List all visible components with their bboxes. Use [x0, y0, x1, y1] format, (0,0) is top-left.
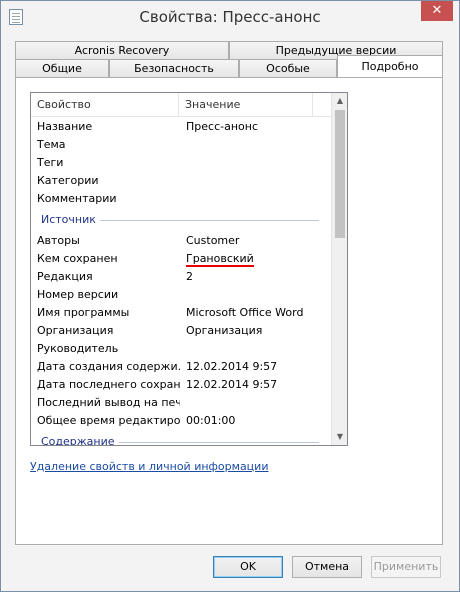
list-item[interactable]: Комментарии [31, 190, 333, 208]
property-value: Customer [186, 234, 240, 247]
list-item[interactable]: Имя программы Microsoft Office Word [31, 304, 333, 322]
property-value: Microsoft Office Word [186, 306, 304, 319]
property-value: 2 [186, 270, 193, 283]
tab-general[interactable]: Общие [15, 59, 109, 77]
list-item[interactable]: Дата последнего сохран... 12.02.2014 9:57 [31, 376, 333, 394]
properties-dialog: Свойства: Пресс-анонс ✕ Acronis Recovery… [0, 0, 460, 592]
property-name: Последний вывод на печ... [37, 396, 180, 409]
list-item[interactable]: Руководитель [31, 340, 333, 358]
property-name: Дата создания содержи... [37, 360, 180, 373]
property-name: Руководитель [37, 342, 119, 355]
tab-custom[interactable]: Особые [239, 59, 337, 77]
property-name: Тема [37, 138, 66, 151]
list-item[interactable]: Категории [31, 172, 333, 190]
property-name: Название [37, 120, 93, 133]
list-item[interactable]: Организация Организация [31, 322, 333, 340]
window-title: Свойства: Пресс-анонс [139, 8, 321, 26]
properties-list[interactable]: Свойство Значение Название Пресс-анонс Те… [30, 92, 348, 446]
scrollbar-thumb[interactable] [335, 110, 345, 238]
tab-security[interactable]: Безопасность [109, 59, 239, 77]
list-item[interactable]: Кем сохранен Грановский [31, 250, 333, 268]
scroll-down-arrow-icon[interactable]: ▼ [332, 429, 347, 445]
column-header-value[interactable]: Значение [179, 93, 313, 117]
scroll-up-arrow-icon[interactable]: ▲ [332, 93, 347, 109]
details-panel: Свойство Значение Название Пресс-анонс Те… [15, 77, 443, 545]
property-name: Дата последнего сохран... [37, 378, 180, 391]
list-item[interactable]: Название Пресс-анонс [31, 118, 333, 136]
list-item[interactable]: Тема [31, 136, 333, 154]
property-value: 12.02.2014 9:57 [186, 378, 278, 391]
list-item[interactable]: Дата создания содержи... 12.02.2014 9:57 [31, 358, 333, 376]
property-value-wrapper: Грановский [186, 250, 336, 268]
list-rows: Название Пресс-анонс Тема Теги Категории … [31, 118, 333, 445]
property-value: Грановский [186, 252, 254, 267]
column-header-property[interactable]: Свойство [31, 93, 179, 117]
property-value: 00:01:00 [186, 414, 236, 427]
property-name: Комментарии [37, 192, 117, 205]
vertical-scrollbar[interactable]: ▲ ▼ [331, 93, 347, 445]
property-name: Общее время редактиро... [37, 414, 180, 427]
group-label: Содержание [41, 430, 119, 445]
list-header: Свойство Значение [31, 93, 333, 117]
property-name: Редакция [37, 270, 93, 283]
property-name: Категории [37, 174, 99, 187]
group-label: Источник [41, 208, 100, 232]
list-item[interactable]: Редакция 2 [31, 268, 333, 286]
group-header-content: Содержание [31, 430, 333, 445]
cancel-button[interactable]: Отмена [292, 556, 362, 578]
list-item[interactable]: Общее время редактиро... 00:01:00 [31, 412, 333, 430]
property-name: Организация [37, 324, 114, 337]
property-name: Кем сохранен [37, 252, 118, 265]
property-value: Пресс-анонс [186, 120, 258, 133]
list-item[interactable]: Последний вывод на печ... [31, 394, 333, 412]
ok-button[interactable]: OK [213, 556, 283, 578]
close-button[interactable]: ✕ [421, 1, 453, 21]
property-name: Авторы [37, 234, 80, 247]
list-item[interactable]: Теги [31, 154, 333, 172]
tab-details[interactable]: Подробно [337, 55, 443, 77]
property-value: Организация [186, 324, 263, 337]
property-value: 12.02.2014 9:57 [186, 360, 278, 373]
tab-strip: Acronis Recovery Предыдущие версии Общие… [15, 39, 443, 79]
property-name: Номер версии [37, 288, 119, 301]
property-name: Имя программы [37, 306, 130, 319]
property-name: Теги [37, 156, 64, 169]
title-bar: Свойства: Пресс-анонс ✕ [1, 1, 459, 33]
apply-button[interactable]: Применить [371, 556, 441, 578]
remove-properties-link[interactable]: Удаление свойств и личной информации [30, 460, 268, 473]
tab-acronis-recovery[interactable]: Acronis Recovery [15, 41, 229, 59]
list-item[interactable]: Номер версии [31, 286, 333, 304]
group-header-source: Источник [31, 208, 333, 232]
list-item[interactable]: Авторы Customer [31, 232, 333, 250]
